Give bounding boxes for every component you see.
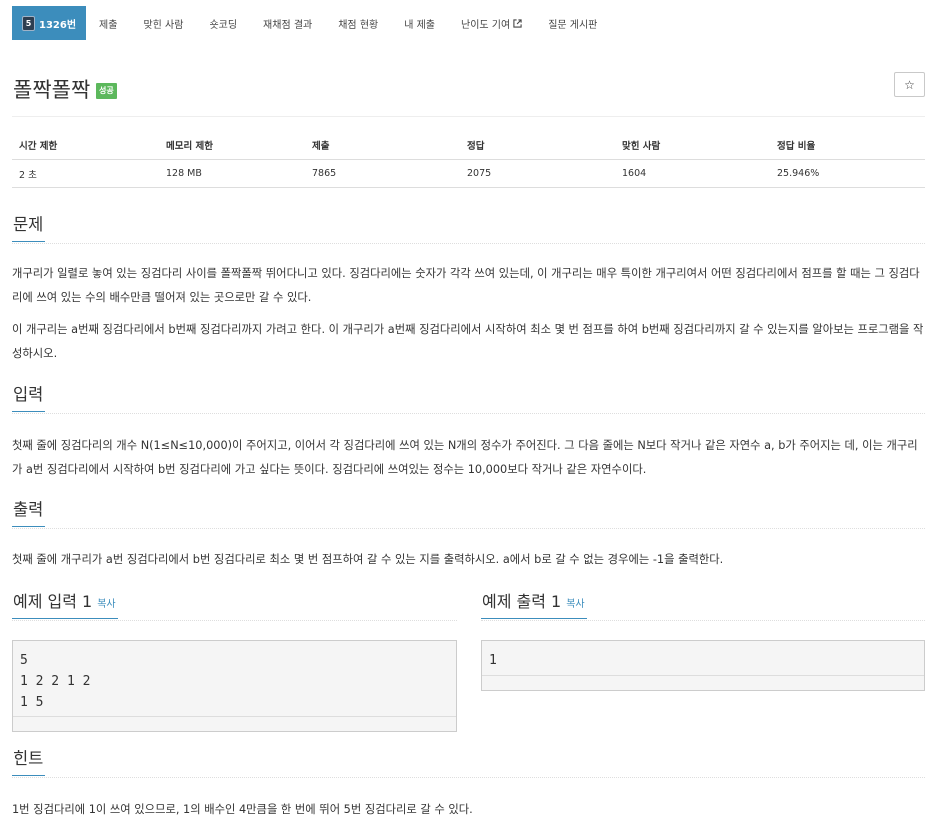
star-icon: ☆ xyxy=(904,77,915,92)
tab-difficulty-contribution[interactable]: 난이도 기여 xyxy=(448,6,535,40)
tab-question-board[interactable]: 질문 게시판 xyxy=(535,6,610,40)
tab-problem[interactable]: 5 1326번 xyxy=(12,6,87,40)
copy-sample-input-link[interactable]: 복사 xyxy=(97,599,115,610)
tab-judge-status[interactable]: 채점 현황 xyxy=(325,6,391,40)
description-paragraph: 개구리가 일렬로 놓여 있는 징검다리 사이를 폴짝폴짝 뛰어다니고 있다. 징… xyxy=(12,267,920,304)
sample-input-heading-wrap: 예제 입력 1 복사 xyxy=(12,590,118,619)
memory-limit-value: 128 MB xyxy=(159,159,305,188)
header-submissions: 제출 xyxy=(305,130,460,160)
description-heading: 문제 xyxy=(12,213,46,242)
input-paragraph: 첫째 줄에 징검다리의 개수 N(1≤N≤10,000)이 주어지고, 이어서 … xyxy=(12,439,918,476)
header-correct-ratio: 정답 비율 xyxy=(770,130,925,160)
sample-box-footer xyxy=(482,675,924,690)
header-solved-users: 맞힌 사람 xyxy=(615,130,770,160)
sample-output-heading: 예제 출력 1 xyxy=(482,592,562,611)
problem-hint: 1번 징검다리에 1이 쓰여 있으므로, 1의 배수인 4만큼을 한 번에 뛰어… xyxy=(12,798,925,831)
tab-label: 난이도 기여 xyxy=(461,19,511,31)
tab-submit[interactable]: 제출 xyxy=(86,6,130,40)
sample-output-box[interactable]: 1 xyxy=(481,640,925,691)
sample-box-footer xyxy=(13,716,456,731)
time-limit-value: 2 초 xyxy=(12,159,159,188)
sample-input-content: 5 1 2 2 1 2 1 5 xyxy=(20,653,91,710)
hint-paragraph: 1번 징검다리에 1이 쓰여 있으므로, 1의 배수인 4만큼을 한 번에 뛰어… xyxy=(12,803,473,816)
header-memory-limit: 메모리 제한 xyxy=(159,130,305,160)
table-header-row: 시간 제한 메모리 제한 제출 정답 맞힌 사람 정답 비율 xyxy=(12,130,925,160)
tab-my-submissions[interactable]: 내 제출 xyxy=(391,6,448,40)
copy-sample-output-link[interactable]: 복사 xyxy=(566,599,584,610)
favorite-star-button[interactable]: ☆ xyxy=(894,72,925,97)
sample-input-header: 예제 입력 1 복사 xyxy=(12,590,457,621)
output-section-header: 출력 xyxy=(12,498,925,529)
sample-output-header: 예제 출력 1 복사 xyxy=(481,590,925,621)
header-correct: 정답 xyxy=(460,130,615,160)
submissions-value: 7865 xyxy=(305,159,460,188)
problem-title: 폴짝폴짝 xyxy=(13,78,91,102)
sample-input-box[interactable]: 5 1 2 2 1 2 1 5 xyxy=(12,640,457,732)
description-section-header: 문제 xyxy=(12,213,925,244)
input-section-header: 입력 xyxy=(12,383,925,414)
problem-menu-tabs: 5 1326번 제출 맞힌 사람 숏코딩 재채점 결과 채점 현황 내 제출 난… xyxy=(12,6,925,40)
hint-heading: 힌트 xyxy=(12,747,46,776)
header-time-limit: 시간 제한 xyxy=(12,130,159,160)
problem-page: 5 1326번 제출 맞힌 사람 숏코딩 재채점 결과 채점 현황 내 제출 난… xyxy=(0,0,939,835)
description-paragraph: 이 개구리는 a번째 징검다리에서 b번째 징검다리까지 가려고 한다. 이 개… xyxy=(12,323,924,360)
sample-input-heading: 예제 입력 1 xyxy=(13,592,93,611)
table-row: 2 초 128 MB 7865 2075 1604 25.946% xyxy=(12,159,925,188)
problem-title-row: 폴짝폴짝 성공 ☆ xyxy=(12,72,925,117)
input-heading: 입력 xyxy=(12,383,46,412)
sample-output-heading-wrap: 예제 출력 1 복사 xyxy=(481,590,587,619)
tab-short-coding[interactable]: 숏코딩 xyxy=(196,6,250,40)
output-paragraph: 첫째 줄에 개구리가 a번 징검다리에서 b번 징검다리로 최소 몇 번 점프하… xyxy=(12,553,724,566)
output-heading: 출력 xyxy=(12,498,46,527)
external-link-icon xyxy=(513,18,522,28)
correct-ratio-value: 25.946% xyxy=(770,159,925,188)
status-badge: 성공 xyxy=(96,83,117,99)
problem-input-description: 첫째 줄에 징검다리의 개수 N(1≤N≤10,000)이 주어지고, 이어서 … xyxy=(12,434,925,490)
problem-description: 개구리가 일렬로 놓여 있는 징검다리 사이를 폴짝폴짝 뛰어다니고 있다. 징… xyxy=(12,262,925,374)
tier-badge-icon: 5 xyxy=(22,15,35,31)
correct-value: 2075 xyxy=(460,159,615,188)
tab-solved-users[interactable]: 맞힌 사람 xyxy=(130,6,196,40)
sample-output-content: 1 xyxy=(489,653,497,668)
solved-users-value: 1604 xyxy=(615,159,770,188)
problem-info-table: 시간 제한 메모리 제한 제출 정답 맞힌 사람 정답 비율 2 초 128 M… xyxy=(12,130,925,188)
problem-output-description: 첫째 줄에 개구리가 a번 징검다리에서 b번 징검다리로 최소 몇 번 점프하… xyxy=(12,548,925,581)
hint-section-header: 힌트 xyxy=(12,747,925,778)
tab-rejudge-results[interactable]: 재채점 결과 xyxy=(250,6,325,40)
tab-label: 1326번 xyxy=(39,19,77,31)
